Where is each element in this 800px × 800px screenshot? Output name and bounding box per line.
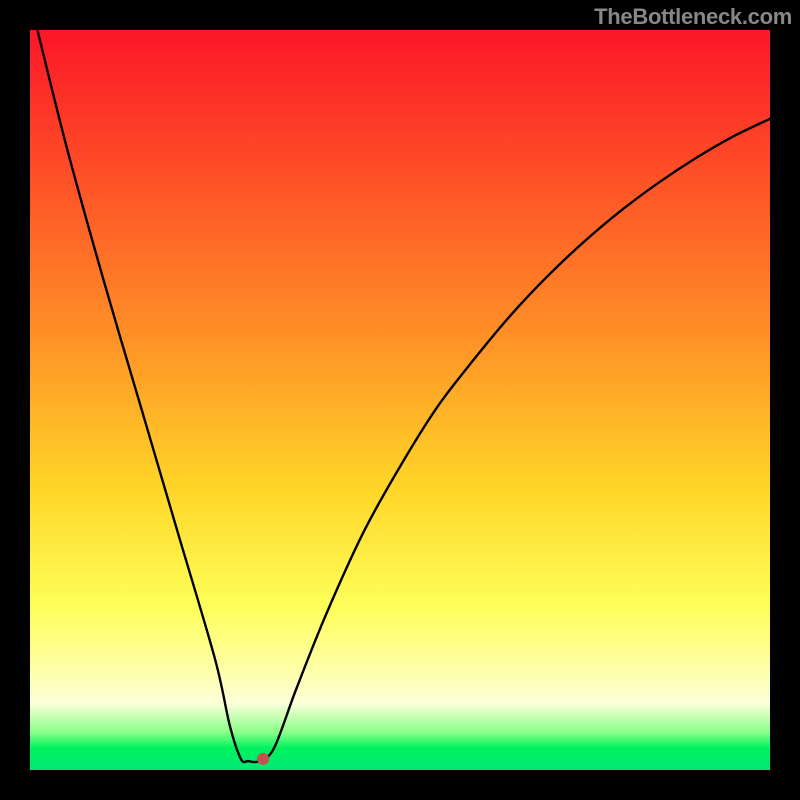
chart-container: TheBottleneck.com	[0, 0, 800, 800]
curve-layer	[30, 30, 770, 770]
attribution-watermark: TheBottleneck.com	[594, 4, 792, 30]
optimal-point-marker	[257, 753, 269, 765]
bottleneck-curve	[37, 30, 770, 762]
